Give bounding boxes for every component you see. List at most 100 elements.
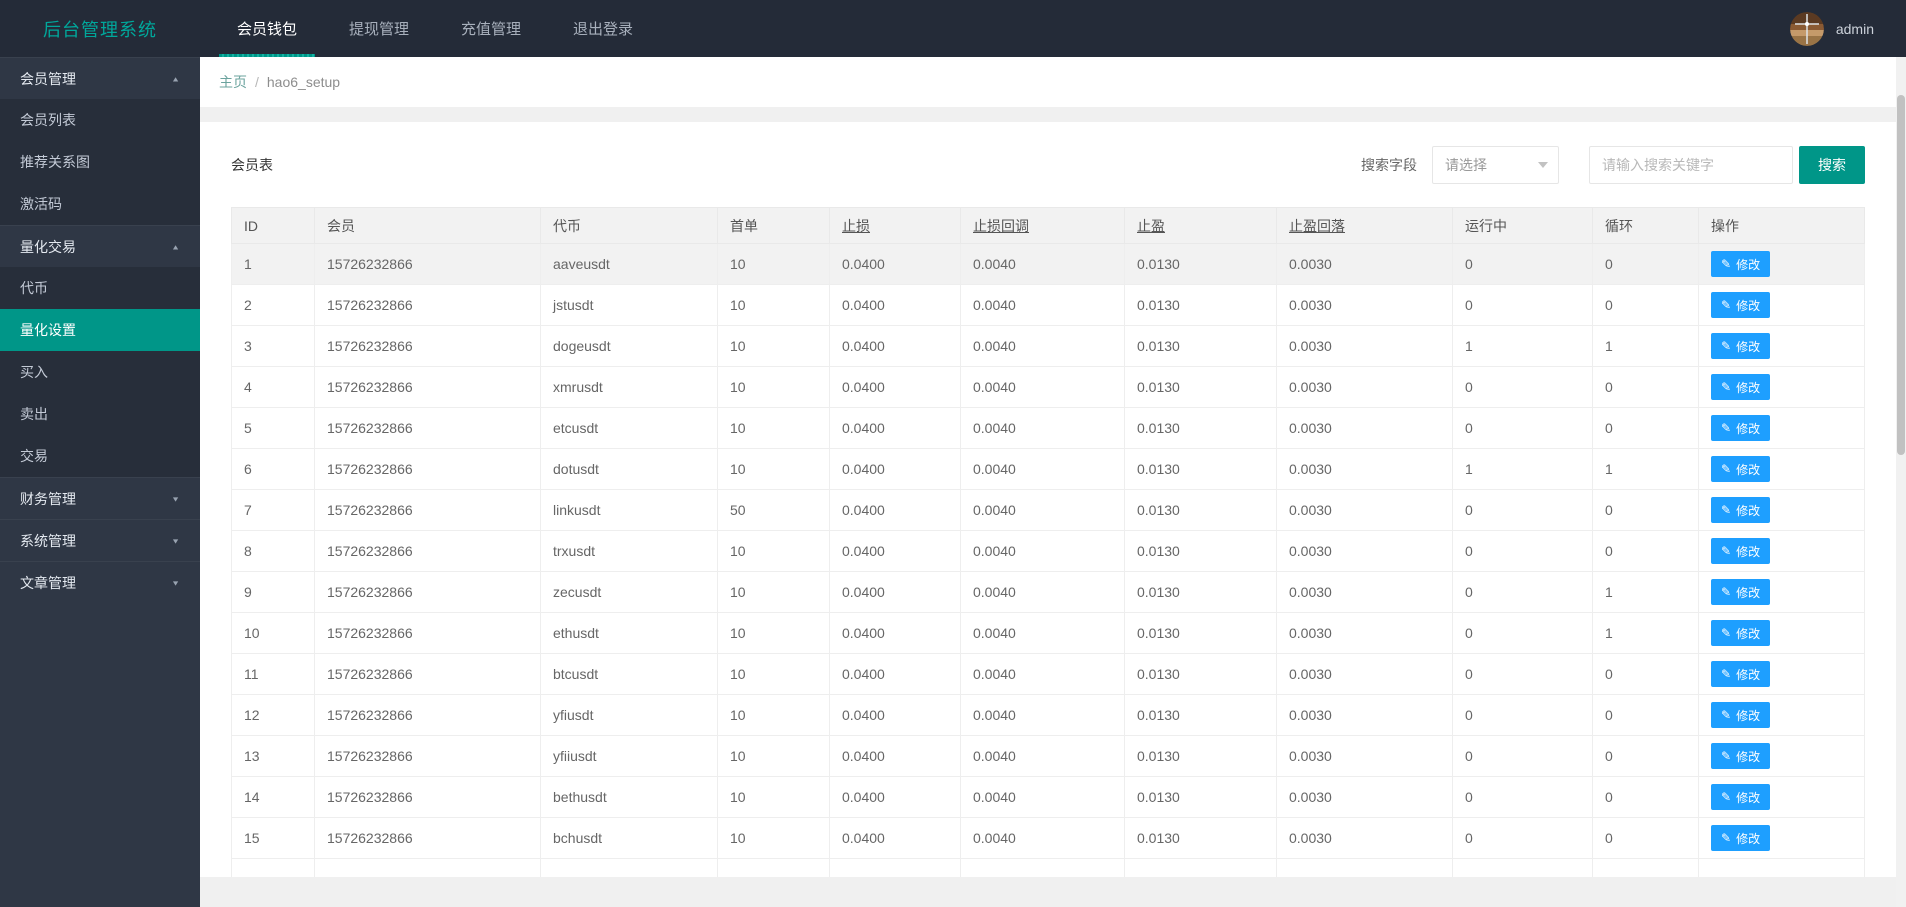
pencil-icon: ✎ <box>1721 585 1732 599</box>
table-header-row: ID 会员 代币 首单 止损 止损回调 止盈 止盈回落 运行中 循环 操作 <box>231 207 1865 244</box>
cell-loop: 1 <box>1592 612 1699 654</box>
col-header-label: 止损回调 <box>973 217 1029 234</box>
cell-stop_loss: 0.0400 <box>829 817 961 859</box>
sidebar-section-system-management[interactable]: 系统管理 ▼ <box>0 519 200 561</box>
cell-take_profit: 0.0130 <box>1124 653 1277 695</box>
cell-member: 15726232866 <box>314 489 541 531</box>
cell-stop_loss_callback: 0.0040 <box>960 612 1125 654</box>
cell-first_order: 10 <box>717 653 830 695</box>
cell-take_profit_fallback: 0.0030 <box>1276 325 1453 367</box>
search-area: 搜索字段 请选择 搜索 <box>1361 145 1865 184</box>
edit-button[interactable]: ✎ 修改 <box>1711 538 1771 564</box>
nav-tab-withdraw-management[interactable]: 提现管理 <box>331 0 427 57</box>
sidebar-item-buy[interactable]: 买入 <box>0 351 200 393</box>
sidebar-section-quant-trading[interactable]: 量化交易 ▲ <box>0 225 200 267</box>
cell-empty <box>1124 858 1277 877</box>
edit-button-label: 修改 <box>1736 626 1761 641</box>
cell-id: 2 <box>231 284 315 326</box>
sidebar-section-article-management[interactable]: 文章管理 ▼ <box>0 561 200 603</box>
edit-button[interactable]: ✎ 修改 <box>1711 292 1771 318</box>
edit-button[interactable]: ✎ 修改 <box>1711 825 1771 851</box>
edit-button[interactable]: ✎ 修改 <box>1711 415 1771 441</box>
search-input[interactable] <box>1589 145 1793 184</box>
nav-tab-member-wallet[interactable]: 会员钱包 <box>219 0 316 57</box>
cell-loop: 1 <box>1592 325 1699 367</box>
cell-empty <box>314 858 541 877</box>
sidebar-label: 量化交易 <box>20 238 76 255</box>
cell-loop: 0 <box>1592 407 1699 449</box>
col-header-label: 止盈回落 <box>1289 217 1345 234</box>
sidebar-item-member-list[interactable]: 会员列表 <box>0 99 200 141</box>
cell-actions: ✎ 修改 <box>1698 653 1865 695</box>
sidebar-item-activation-code[interactable]: 激活码 <box>0 183 200 225</box>
cell-first_order: 10 <box>717 694 830 736</box>
edit-button[interactable]: ✎ 修改 <box>1711 251 1771 277</box>
edit-button[interactable]: ✎ 修改 <box>1711 579 1771 605</box>
cell-stop_loss: 0.0400 <box>829 243 961 285</box>
sidebar-item-quant-settings[interactable]: 量化设置 <box>0 309 200 351</box>
edit-button[interactable]: ✎ 修改 <box>1711 620 1771 646</box>
breadcrumb: 主页 / hao6_setup <box>200 57 1896 107</box>
edit-button[interactable]: ✎ 修改 <box>1711 497 1771 523</box>
search-button[interactable]: 搜索 <box>1799 145 1865 184</box>
edit-button-label: 修改 <box>1736 257 1761 272</box>
sidebar-item-trade[interactable]: 交易 <box>0 435 200 477</box>
sidebar-item-sell[interactable]: 卖出 <box>0 393 200 435</box>
cell-loop: 0 <box>1592 653 1699 695</box>
scrollbar-thumb[interactable] <box>1897 95 1905 455</box>
breadcrumb-current: hao6_setup <box>266 74 341 90</box>
search-field-select[interactable]: 请选择 <box>1432 145 1559 184</box>
nav-tab-logout[interactable]: 退出登录 <box>555 0 651 57</box>
cell-take_profit: 0.0130 <box>1124 694 1277 736</box>
sidebar-item-referral-graph[interactable]: 推荐关系图 <box>0 141 200 183</box>
cell-loop: 0 <box>1592 243 1699 285</box>
table-row: 5 15726232866 etcusdt 10 0.0400 0.0040 0.0130 0… <box>231 407 1865 449</box>
user-avatar <box>1789 11 1824 46</box>
cell-member: 15726232866 <box>314 653 541 695</box>
cell-first_order: 10 <box>717 366 830 408</box>
edit-button[interactable]: ✎ 修改 <box>1711 743 1771 769</box>
edit-button[interactable]: ✎ 修改 <box>1711 702 1771 728</box>
user-menu[interactable]: admin <box>1789 0 1906 57</box>
edit-button[interactable]: ✎ 修改 <box>1711 784 1771 810</box>
pencil-icon: ✎ <box>1721 298 1732 312</box>
sidebar-section-finance-management[interactable]: 财务管理 ▼ <box>0 477 200 519</box>
cell-stop_loss: 0.0400 <box>829 694 961 736</box>
table-row-partial <box>231 858 1865 877</box>
edit-button[interactable]: ✎ 修改 <box>1711 333 1771 359</box>
page-scrollbar[interactable] <box>1896 57 1906 907</box>
cell-stop_loss: 0.0400 <box>829 571 961 613</box>
edit-button[interactable]: ✎ 修改 <box>1711 374 1771 400</box>
edit-button-label: 修改 <box>1736 544 1761 559</box>
cell-stop_loss: 0.0400 <box>829 407 961 449</box>
pencil-icon: ✎ <box>1721 421 1732 435</box>
cell-loop: 0 <box>1592 489 1699 531</box>
pencil-icon: ✎ <box>1721 339 1732 353</box>
breadcrumb-home[interactable]: 主页 <box>219 72 247 92</box>
nav-tab-recharge-management[interactable]: 充值管理 <box>443 0 539 57</box>
sidebar-item-token[interactable]: 代币 <box>0 267 200 309</box>
cell-stop_loss_callback: 0.0040 <box>960 694 1125 736</box>
pencil-icon: ✎ <box>1721 790 1732 804</box>
col-header-take_profit[interactable]: 止盈 <box>1124 207 1277 244</box>
cell-member: 15726232866 <box>314 366 541 408</box>
cell-member: 15726232866 <box>314 571 541 613</box>
edit-button[interactable]: ✎ 修改 <box>1711 661 1771 687</box>
edit-button[interactable]: ✎ 修改 <box>1711 456 1771 482</box>
edit-button-label: 修改 <box>1736 585 1761 600</box>
brand-title: 后台管理系统 <box>43 19 157 40</box>
col-header-stop_loss[interactable]: 止损 <box>829 207 961 244</box>
cell-stop_loss_callback: 0.0040 <box>960 366 1125 408</box>
col-header-stop_loss_callback[interactable]: 止损回调 <box>960 207 1125 244</box>
cell-first_order: 10 <box>717 325 830 367</box>
table-row: 13 15726232866 yfiiusdt 10 0.0400 0.0040 0.013… <box>231 735 1865 777</box>
cell-id: 8 <box>231 530 315 572</box>
sidebar-section-member-management[interactable]: 会员管理 ▲ <box>0 57 200 99</box>
cell-token: etcusdt <box>540 407 718 449</box>
cell-empty <box>829 858 961 877</box>
chevron-down-icon: ▼ <box>171 536 180 545</box>
cell-member: 15726232866 <box>314 284 541 326</box>
cell-stop_loss: 0.0400 <box>829 366 961 408</box>
col-header-take_profit_fallback[interactable]: 止盈回落 <box>1276 207 1453 244</box>
cell-running: 0 <box>1452 366 1593 408</box>
